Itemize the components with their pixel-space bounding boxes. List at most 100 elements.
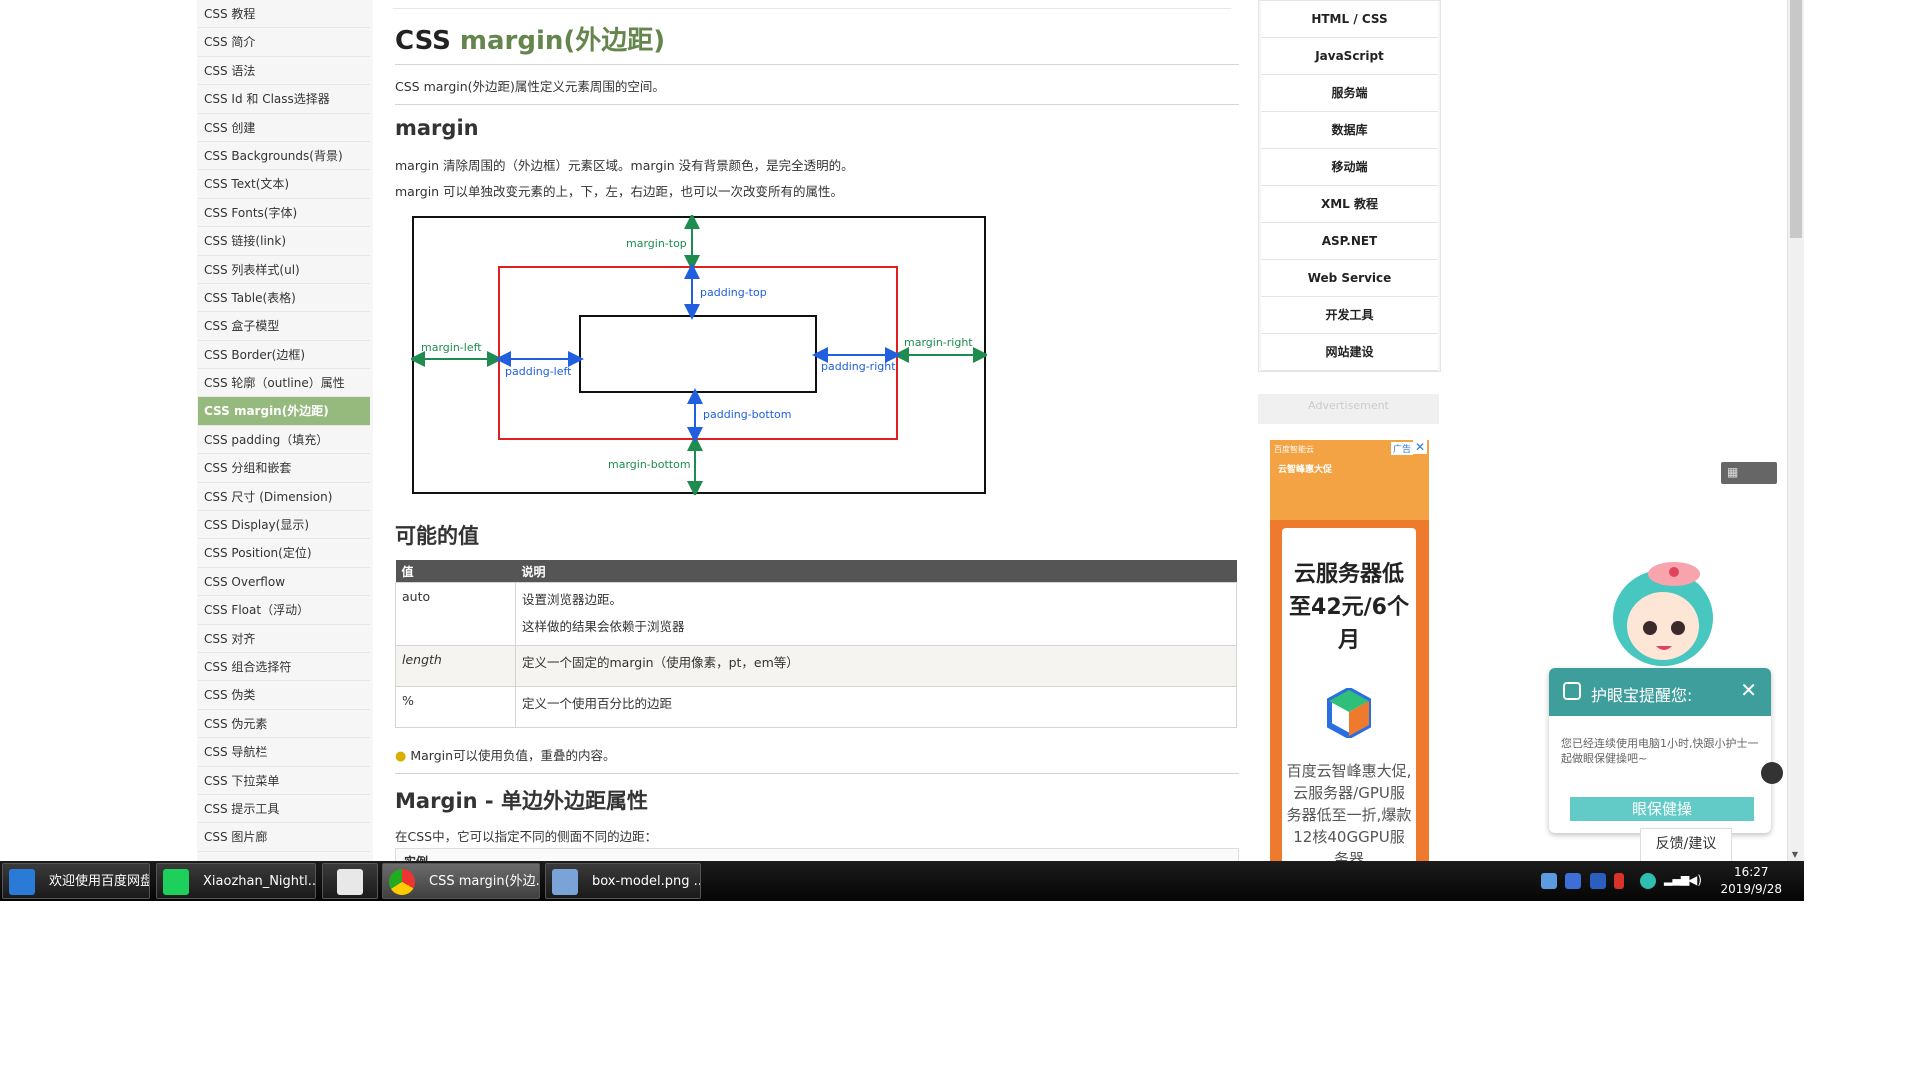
- label-margin-bottom: margin-bottom: [608, 458, 691, 471]
- popup-title: 护眼宝提醒您:: [1591, 686, 1693, 705]
- sidebar-item[interactable]: CSS Overflow: [198, 568, 370, 597]
- advertisement-label: Advertisement: [1258, 394, 1439, 424]
- box-model-diagram: margin-top margin-left margin-right marg…: [411, 215, 987, 495]
- popup-header: 护眼宝提醒您: ✕: [1549, 668, 1771, 716]
- ad-banner[interactable]: 百度智能云 云智峰惠大促 广告 ✕ 云服务器低至42元/6个月 百度云智峰惠大促…: [1270, 440, 1429, 861]
- chrome-icon: [389, 869, 415, 895]
- content-box: [579, 315, 817, 393]
- heading-single-side: Margin - 单边外边距属性: [395, 789, 648, 813]
- task-paint[interactable]: box-model.png ...: [545, 863, 701, 899]
- tray-ime-icon[interactable]: [1565, 873, 1581, 889]
- tray-app-icon[interactable]: [1541, 873, 1557, 889]
- task-label: Xiaozhan_Nightl...: [203, 874, 316, 889]
- feedback-button[interactable]: 反馈/建议: [1640, 828, 1732, 862]
- network-icon[interactable]: ▂▄▆: [1664, 873, 1689, 889]
- shield-icon[interactable]: [1590, 873, 1606, 889]
- scroll-down-icon[interactable]: ▼: [1787, 850, 1803, 861]
- right-nav-item[interactable]: 服务端: [1261, 75, 1438, 112]
- sidebar-item[interactable]: CSS 下拉菜单: [198, 767, 370, 795]
- sidebar-item[interactable]: CSS 组合选择符: [198, 653, 370, 682]
- task-baidu-netdisk[interactable]: 欢迎使用百度网盘: [2, 863, 150, 899]
- sidebar-item[interactable]: CSS 图片廊: [198, 823, 370, 852]
- sidebar-item[interactable]: CSS padding（填充）: [198, 426, 370, 455]
- cell-description: 定义一个固定的margin（使用像素，pt，em等）: [515, 645, 1237, 687]
- clock-time: 16:27: [1733, 865, 1769, 879]
- eye-care-tray-icon[interactable]: [1640, 873, 1656, 889]
- right-nav-item[interactable]: ASP.NET: [1261, 223, 1438, 260]
- task-label: 欢迎使用百度网盘: [49, 874, 150, 889]
- task-label: box-model.png ...: [592, 874, 701, 889]
- cell-value: auto: [395, 582, 516, 646]
- table-row: length 定义一个固定的margin（使用像素，pt，em等）: [395, 645, 1237, 687]
- sidebar-item[interactable]: CSS 教程: [198, 0, 370, 29]
- popup-message: 您已经连续使用电脑1小时,快跟小护士一起做眼保健操吧~: [1561, 737, 1759, 765]
- sidebar-item[interactable]: CSS 尺寸 (Dimension): [198, 483, 370, 512]
- clock[interactable]: 16:27 2019/9/28: [1720, 864, 1782, 898]
- floating-toolbar[interactable]: ▦: [1721, 462, 1777, 484]
- sidebar-item[interactable]: CSS Table(表格): [198, 284, 370, 313]
- intro-text: CSS margin(外边距)属性定义元素周围的空间。: [395, 79, 665, 94]
- table-row: % 定义一个使用百分比的边距: [395, 686, 1237, 728]
- right-nav-item[interactable]: 开发工具: [1261, 297, 1438, 334]
- right-nav-item[interactable]: Web Service: [1261, 260, 1438, 297]
- example-label: 实例: [404, 853, 428, 861]
- volume-icon[interactable]: ◀): [1688, 873, 1704, 889]
- divider: [395, 773, 1239, 774]
- tip-line: ● Margin可以使用负值，重叠的内容。: [395, 745, 616, 764]
- task-pycharm[interactable]: Xiaozhan_Nightl...: [156, 863, 316, 899]
- sidebar-item[interactable]: CSS Fonts(字体): [198, 199, 370, 228]
- sidebar-item[interactable]: CSS 伪类: [198, 681, 370, 710]
- task-notepad[interactable]: [322, 863, 378, 899]
- tip-text: Margin可以使用负值，重叠的内容。: [410, 748, 616, 763]
- sidebar-item[interactable]: CSS 提示工具: [198, 795, 370, 824]
- sidebar-item[interactable]: CSS Float（浮动）: [198, 596, 370, 625]
- paragraph-3: 在CSS中，它可以指定不同的侧面不同的边距：: [395, 829, 658, 844]
- close-icon[interactable]: ✕: [1740, 678, 1757, 702]
- column-header-value: 值: [395, 560, 516, 583]
- cell-description: 设置浏览器边距。 这样做的结果会依赖于浏览器: [515, 582, 1237, 646]
- nurse-mascot-icon: [1613, 562, 1713, 666]
- right-nav-item[interactable]: HTML / CSS: [1261, 1, 1438, 38]
- scroll-thumb[interactable]: [1790, 0, 1802, 238]
- left-sidebar: CSS 教程 CSS 简介 CSS 语法 CSS Id 和 Class选择器 CSS 创…: [197, 0, 373, 861]
- sidebar-item[interactable]: CSS Position(定位): [198, 539, 370, 568]
- cell-value: %: [395, 686, 516, 728]
- popup-side-handle[interactable]: [1761, 762, 1783, 784]
- eye-exercise-button[interactable]: 眼保健操: [1570, 797, 1754, 821]
- label-padding-left: padding-left: [505, 365, 572, 378]
- task-label: CSS margin(外边...: [429, 874, 540, 889]
- sidebar-item[interactable]: CSS margin(外边距): [198, 397, 370, 426]
- right-nav-item[interactable]: 移动端: [1261, 149, 1438, 186]
- sidebar-item[interactable]: CSS 分组和嵌套: [198, 454, 370, 483]
- right-nav-item[interactable]: 网站建设: [1261, 334, 1438, 371]
- label-margin-top: margin-top: [626, 237, 687, 250]
- right-nav-item[interactable]: 数据库: [1261, 112, 1438, 149]
- sidebar-item[interactable]: CSS 轮廓（outline）属性: [198, 369, 370, 398]
- ad-tag: 广告: [1390, 442, 1413, 455]
- task-chrome[interactable]: CSS margin(外边...: [382, 863, 540, 899]
- keyboard-icon[interactable]: ▦: [1727, 465, 1738, 479]
- cell-value: length: [395, 645, 516, 687]
- divider: [395, 104, 1239, 105]
- sidebar-item[interactable]: CSS 语法: [198, 57, 370, 86]
- right-nav-item[interactable]: JavaScript: [1261, 38, 1438, 75]
- sidebar-item[interactable]: CSS 创建: [198, 114, 370, 142]
- sidebar-item[interactable]: CSS 简介: [198, 28, 370, 57]
- sidebar-item[interactable]: CSS 盒子模型: [198, 312, 370, 341]
- label-padding-right: padding-right: [821, 360, 896, 373]
- page-scrollbar[interactable]: [1787, 0, 1804, 861]
- sidebar-item[interactable]: CSS Border(边框): [198, 341, 370, 370]
- sidebar-item[interactable]: CSS 伪元素: [198, 710, 370, 739]
- sidebar-item[interactable]: CSS 对齐: [198, 625, 370, 653]
- right-nav-item[interactable]: XML 教程: [1261, 186, 1438, 223]
- sidebar-item[interactable]: CSS Backgrounds(背景): [198, 142, 370, 171]
- sidebar-item[interactable]: CSS 链接(link): [198, 227, 370, 256]
- lightbulb-icon: ●: [395, 749, 407, 764]
- tray-flag-icon[interactable]: [1614, 873, 1624, 889]
- sidebar-item[interactable]: CSS 列表样式(ul): [198, 256, 370, 284]
- close-icon[interactable]: ✕: [1412, 440, 1427, 454]
- sidebar-item[interactable]: CSS Id 和 Class选择器: [198, 85, 370, 114]
- sidebar-item[interactable]: CSS Text(文本): [198, 170, 370, 199]
- sidebar-item[interactable]: CSS 导航栏: [198, 738, 370, 767]
- sidebar-item[interactable]: CSS Display(显示): [198, 511, 370, 540]
